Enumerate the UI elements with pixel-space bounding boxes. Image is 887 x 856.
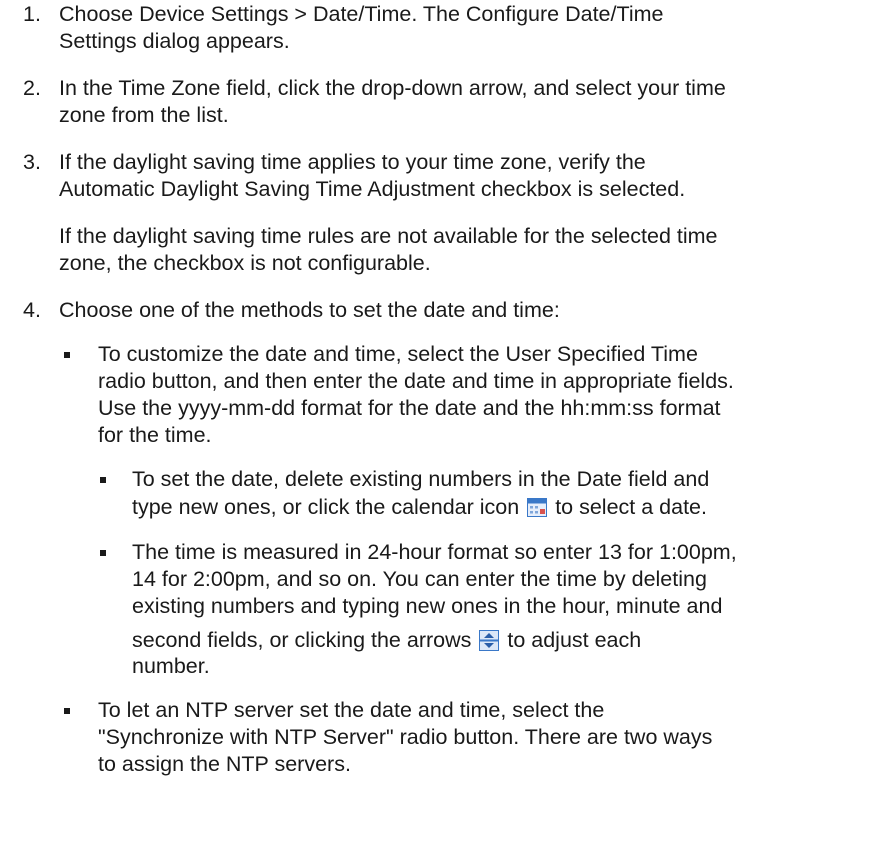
bullet-icon (100, 477, 106, 483)
spin-arrows-icon (479, 630, 500, 651)
subitem-text: existing numbers and typing new ones in … (132, 594, 723, 618)
step-number: 4. (23, 298, 41, 322)
subitem-text: number. (132, 654, 210, 678)
step-number: 2. (23, 76, 41, 100)
step-text: In the Time Zone field, click the drop-d… (59, 76, 726, 100)
method-text: for the time. (98, 423, 212, 447)
subitem-text-before: type new ones, or click the calendar ico… (132, 495, 520, 519)
subitem-text: To set the date, delete existing numbers… (132, 467, 710, 491)
step-note: zone, the checkbox is not configurable. (59, 251, 431, 275)
step-text: If the daylight saving time applies to y… (59, 150, 646, 174)
step-text: Automatic Daylight Saving Time Adjustmen… (59, 177, 686, 201)
method-text: "Synchronize with NTP Server" radio butt… (98, 725, 713, 749)
subitem-text-after: to adjust each (507, 628, 642, 652)
method-text: to assign the NTP servers. (98, 752, 351, 776)
bullet-icon (64, 352, 70, 358)
calendar-icon (527, 498, 548, 517)
step-number: 3. (23, 150, 41, 174)
bullet-icon (100, 550, 106, 556)
step-text: Choose one of the methods to set the dat… (59, 298, 560, 322)
subitem-text: type new ones, or click the calendar ico… (132, 493, 707, 521)
subitem-text: The time is measured in 24-hour format s… (132, 540, 737, 564)
step-text: Choose Device Settings > Date/Time. The … (59, 2, 664, 26)
subitem-text-after: to select a date. (555, 495, 707, 519)
step-text: Settings dialog appears. (59, 29, 290, 53)
subitem-text-before: second fields, or clicking the arrows (132, 628, 472, 652)
method-text: To customize the date and time, select t… (98, 342, 698, 366)
bullet-icon (64, 708, 70, 714)
subitem-text: 14 for 2:00pm, and so on. You can enter … (132, 567, 707, 591)
step-number: 1. (23, 2, 41, 26)
method-text: Use the yyyy-mm-dd format for the date a… (98, 396, 721, 420)
subitem-text: second fields, or clicking the arrows to… (132, 626, 641, 654)
step-text: zone from the list. (59, 103, 229, 127)
method-text: To let an NTP server set the date and ti… (98, 698, 605, 722)
step-note: If the daylight saving time rules are no… (59, 224, 718, 248)
method-text: radio button, and then enter the date an… (98, 369, 734, 393)
